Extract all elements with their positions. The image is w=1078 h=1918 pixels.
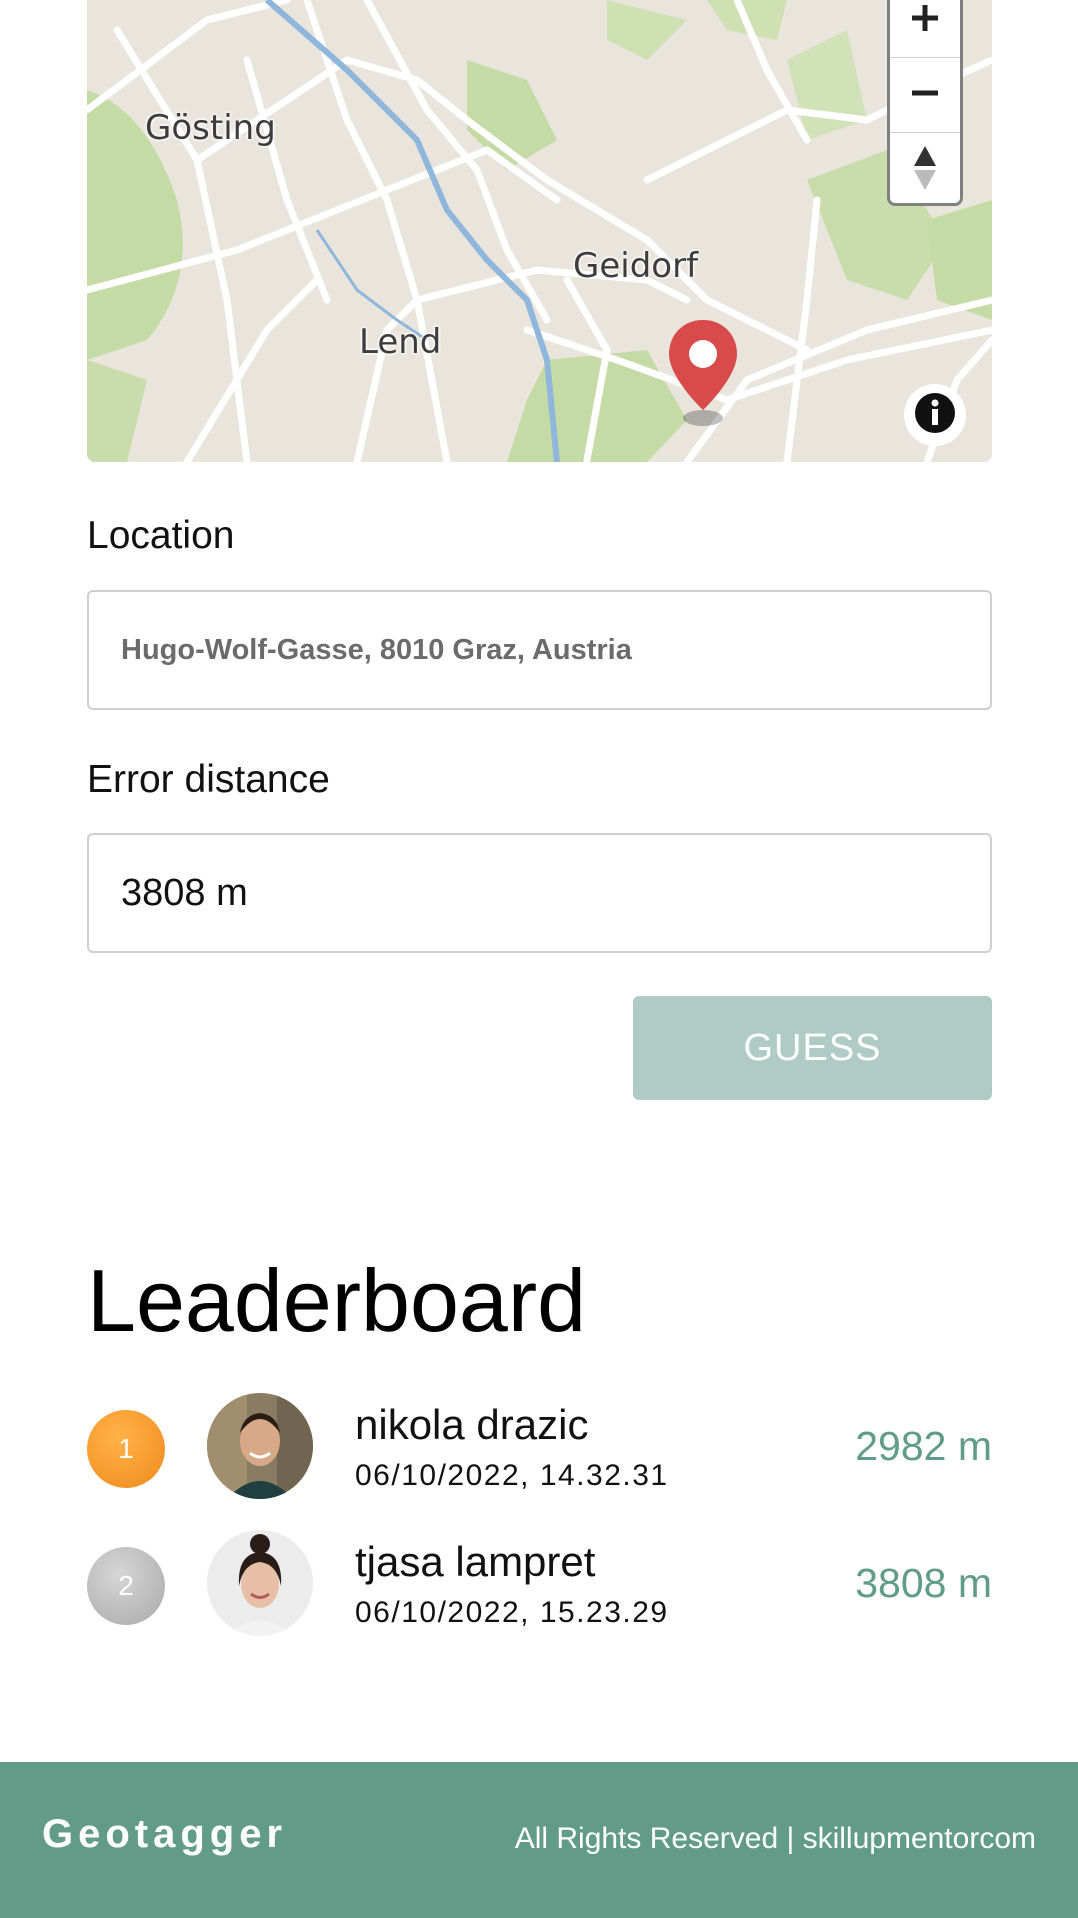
brand-logo[interactable]: Geotagger — [42, 1812, 287, 1857]
zoom-control — [887, 0, 963, 206]
map-tiles — [87, 0, 992, 462]
rank-badge: 1 — [87, 1410, 165, 1488]
zoom-out-button[interactable] — [890, 58, 960, 133]
zoom-in-button[interactable] — [890, 0, 960, 58]
compass-icon — [910, 144, 940, 197]
error-distance-label: Error distance — [87, 758, 330, 801]
map-info-button[interactable] — [904, 384, 966, 446]
avatar — [207, 1530, 313, 1636]
info-icon — [913, 391, 957, 440]
map-label-lend: Lend — [359, 322, 442, 362]
map-pin-icon[interactable] — [667, 318, 739, 433]
map-label-goesting: Gösting — [145, 108, 276, 148]
player-distance: 3808 m — [855, 1560, 992, 1606]
location-input[interactable] — [87, 590, 992, 710]
leaderboard-row: 2 tjasa lampret 06/10/2022, 15.23.29 380… — [87, 1530, 992, 1640]
map[interactable]: Gösting Geidorf Lend — [87, 0, 992, 462]
player-name: tjasa lampret — [355, 1538, 596, 1585]
location-label: Location — [87, 514, 235, 557]
player-datetime: 06/10/2022, 15.23.29 — [355, 1596, 669, 1629]
copyright-text: All Rights Reserved | skillupmentorcom — [514, 1822, 1036, 1855]
avatar — [207, 1393, 313, 1499]
leaderboard-title: Leaderboard — [87, 1251, 587, 1350]
rank-badge: 2 — [87, 1547, 165, 1625]
plus-icon — [908, 1, 942, 40]
reset-north-button[interactable] — [890, 133, 960, 203]
guess-button[interactable]: GUESS — [633, 996, 992, 1100]
player-distance: 2982 m — [855, 1423, 992, 1469]
player-datetime: 06/10/2022, 14.32.31 — [355, 1459, 669, 1492]
footer: Geotagger All Rights Reserved | skillupm… — [0, 1762, 1078, 1918]
leaderboard-row: 1 nikola drazic 06/10/2022, 14.32.31 298… — [87, 1393, 992, 1503]
map-label-geidorf: Geidorf — [573, 246, 699, 286]
minus-icon — [908, 76, 942, 115]
error-distance-input[interactable] — [87, 833, 992, 953]
player-name: nikola drazic — [355, 1401, 589, 1448]
